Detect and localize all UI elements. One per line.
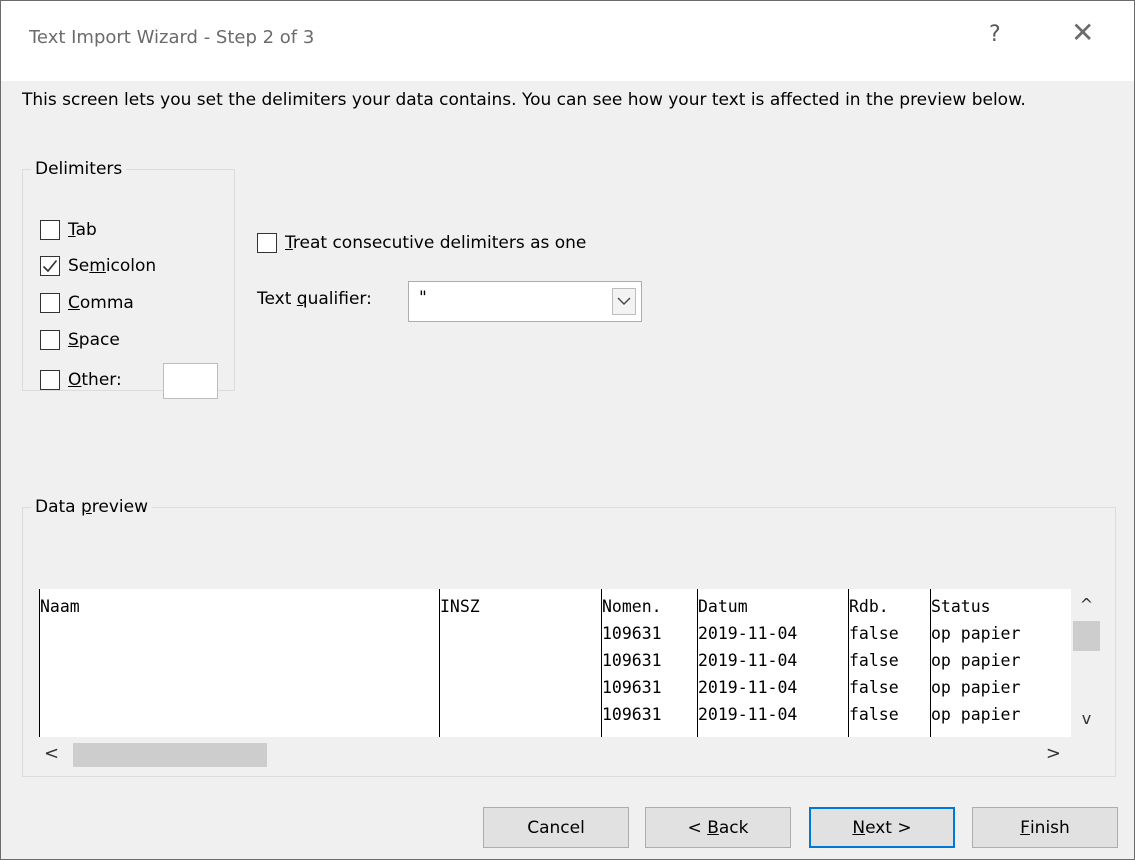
other-checkbox[interactable]: Other: xyxy=(40,368,122,392)
scroll-up-icon[interactable]: ^ xyxy=(1071,595,1102,614)
preview-cell: 109631 xyxy=(602,678,662,697)
preview-cell: INSZ xyxy=(440,597,480,616)
title-bar: Text Import Wizard - Step 2 of 3 ? ✕ xyxy=(1,1,1134,81)
other-checkbox-box[interactable] xyxy=(40,370,60,390)
preview-column-insz: INSZ xyxy=(440,589,602,737)
cancel-button[interactable]: Cancel xyxy=(483,807,629,848)
dialog-title: Text Import Wizard - Step 2 of 3 xyxy=(29,27,315,48)
consecutive-delimiters-checkbox[interactable]: Treat consecutive delimiters as one xyxy=(257,231,586,255)
delimiters-group: Delimiters Tab Semicolon Comma Space Oth… xyxy=(22,159,235,399)
preview-cell: Status xyxy=(931,597,991,616)
preview-cell: 2019-11-04 xyxy=(698,651,798,670)
chevron-down-icon[interactable] xyxy=(612,288,636,315)
preview-cell: false xyxy=(849,624,899,643)
consecutive-checkbox-box[interactable] xyxy=(257,233,277,253)
instructions-text: This screen lets you set the delimiters … xyxy=(22,90,1026,110)
preview-cell: false xyxy=(849,678,899,697)
preview-cell: op papier xyxy=(931,624,1021,643)
preview-cell: Datum xyxy=(698,597,748,616)
preview-cell: false xyxy=(849,705,899,724)
delimiters-legend: Delimiters xyxy=(35,159,123,179)
preview-cell: false xyxy=(849,651,899,670)
semicolon-checkbox-box[interactable] xyxy=(40,256,60,276)
text-qualifier-value: " xyxy=(419,288,427,308)
preview-cell: 109631 xyxy=(602,651,662,670)
close-icon[interactable]: ✕ xyxy=(1071,19,1094,47)
space-label: Space xyxy=(68,330,120,350)
space-checkbox-box[interactable] xyxy=(40,330,60,350)
checkmark-icon xyxy=(42,259,58,273)
preview-cell: op papier xyxy=(931,705,1021,724)
scroll-right-icon[interactable]: > xyxy=(1046,743,1061,764)
finish-button[interactable]: Finish xyxy=(972,807,1118,848)
preview-column-nomen: Nomen. 109631 109631 109631 109631 xyxy=(602,589,698,737)
preview-cell: op papier xyxy=(931,678,1021,697)
preview-cell: op papier xyxy=(931,651,1021,670)
help-button[interactable]: ? xyxy=(989,22,1001,47)
comma-label: Comma xyxy=(68,293,134,313)
next-button[interactable]: Next > xyxy=(809,807,955,848)
text-qualifier-label: Text qualifier: xyxy=(257,289,372,309)
horizontal-scroll-thumb[interactable] xyxy=(73,743,267,767)
preview-column-datum: Datum 2019-11-04 2019-11-04 2019-11-04 2019-… xyxy=(698,589,849,737)
preview-cell: 2019-11-04 xyxy=(698,705,798,724)
scroll-left-icon[interactable]: < xyxy=(44,743,59,764)
vertical-scroll-thumb[interactable] xyxy=(1073,621,1100,651)
text-import-wizard-dialog: Text Import Wizard - Step 2 of 3 ? ✕ Thi… xyxy=(0,0,1135,860)
semicolon-label: Semicolon xyxy=(68,256,157,276)
preview-cell: 2019-11-04 xyxy=(698,678,798,697)
comma-checkbox-box[interactable] xyxy=(40,293,60,313)
preview-cell: Naam xyxy=(40,597,80,616)
consecutive-label: Treat consecutive delimiters as one xyxy=(285,233,587,253)
data-preview-legend: Data preview xyxy=(35,497,149,517)
tab-label: Tab xyxy=(68,220,97,240)
preview-cell: 109631 xyxy=(602,624,662,643)
preview-column-rdb: Rdb. false false false false xyxy=(849,589,931,737)
data-preview-grid[interactable]: Naam INSZ Nomen. 109631 109631 109631 109631… xyxy=(39,589,1072,737)
preview-column-naam: Naam xyxy=(40,589,440,737)
comma-checkbox[interactable]: Comma xyxy=(40,291,134,315)
preview-horizontal-scrollbar[interactable]: < > xyxy=(39,737,1071,771)
preview-cell: Rdb. xyxy=(849,597,889,616)
scroll-down-icon[interactable]: v xyxy=(1071,709,1102,728)
preview-cell: Nomen. xyxy=(602,597,662,616)
preview-vertical-scrollbar[interactable]: ^ v xyxy=(1071,589,1102,737)
text-qualifier-select[interactable]: " xyxy=(408,281,642,322)
tab-checkbox-box[interactable] xyxy=(40,220,60,240)
preview-cell: 2019-11-04 xyxy=(698,624,798,643)
preview-cell: 109631 xyxy=(602,705,662,724)
semicolon-checkbox[interactable]: Semicolon xyxy=(40,254,156,278)
tab-checkbox[interactable]: Tab xyxy=(40,218,97,242)
back-button[interactable]: < Back xyxy=(645,807,791,848)
preview-column-status: Status op papier op papier op papier op papi… xyxy=(931,589,1072,737)
space-checkbox[interactable]: Space xyxy=(40,328,120,352)
other-label: Other: xyxy=(68,370,122,390)
other-delimiter-input[interactable] xyxy=(163,363,218,399)
